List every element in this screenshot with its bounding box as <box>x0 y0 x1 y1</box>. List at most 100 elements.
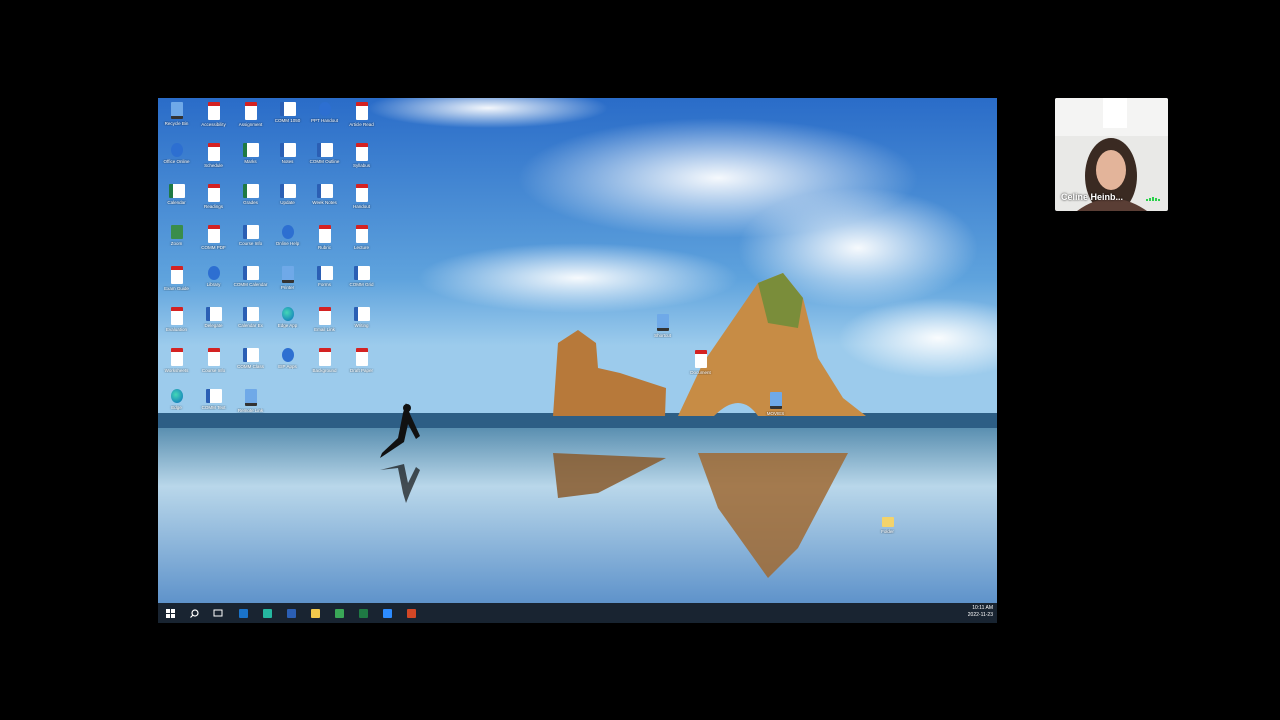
desktop-icon-label: Schedule <box>204 163 223 168</box>
powerpoint-taskbar-button[interactable] <box>404 606 418 620</box>
desktop-icon-label: Printer <box>280 285 295 290</box>
outlook-taskbar-button[interactable] <box>236 606 250 620</box>
desktop-icon[interactable]: COMM Class <box>232 346 269 384</box>
shared-screen: Recycle Bin Accessibility Assignment COMM 1… <box>158 98 997 623</box>
desktop-icon[interactable]: Exam Guide <box>158 264 195 302</box>
xls-file-icon <box>242 184 259 198</box>
desktop-icon[interactable]: Grades <box>232 182 269 220</box>
app-file-icon <box>318 102 331 116</box>
pdf-file-icon <box>207 102 220 120</box>
desktop-icon[interactable]: Online Help <box>269 223 306 261</box>
search-button[interactable] <box>187 606 201 620</box>
desktop-icon[interactable]: Email Link <box>306 305 343 343</box>
desktop-icon[interactable]: Lecture <box>343 223 380 261</box>
pdf-file-icon <box>207 184 220 202</box>
desktop-icon-label: Rubric <box>317 245 331 250</box>
clock-time: 10:11 AM <box>972 605 993 611</box>
chrome-taskbar-button[interactable] <box>332 606 346 620</box>
shortcut-icon <box>656 314 669 331</box>
desktop-icon[interactable]: EIP Apps <box>269 346 306 384</box>
desktop-icon-label: Shortcut <box>654 333 671 338</box>
desktop-icon[interactable]: Evaluation <box>158 305 195 343</box>
excel-icon <box>358 608 368 618</box>
edge-file-icon <box>281 307 294 321</box>
desktop-icon[interactable]: Writing <box>343 305 380 343</box>
pdf-file-icon <box>318 348 331 366</box>
desktop-icon[interactable]: Recycle Bin <box>158 100 195 138</box>
desktop-icon[interactable]: Rubric <box>306 223 343 261</box>
zoom-taskbar-button[interactable] <box>380 606 394 620</box>
desktop-icon[interactable]: Readings <box>195 182 232 220</box>
desktop-icon[interactable]: Delegate <box>195 305 232 343</box>
desktop-icon-label: Email Link <box>314 327 335 332</box>
desktop-icon[interactable]: Forms <box>306 264 343 302</box>
pdf-file-icon <box>355 225 368 243</box>
desktop-icon-label: Forms <box>318 282 331 287</box>
desktop-icon-label: Evaluation <box>165 327 187 332</box>
desktop-icon-label: Notes <box>281 159 294 164</box>
desktop-icon[interactable]: PPT Handout <box>306 100 343 138</box>
desktop-icon[interactable]: COMM Calendar <box>232 264 269 302</box>
pdf-file-icon <box>694 350 707 368</box>
desktop-icon-label: COMM Class <box>237 364 264 369</box>
pdf-file-icon <box>170 348 183 366</box>
desktop-shortcut-icon[interactable]: Shortcut <box>644 312 681 350</box>
desktop-folder-icon[interactable]: Folder <box>869 512 906 550</box>
doc-file-icon <box>316 266 333 280</box>
desktop-icon[interactable]: Worksheets <box>158 346 195 384</box>
desktop-icon[interactable]: Syllabus <box>343 141 380 179</box>
start-button[interactable] <box>163 606 177 620</box>
desktop-icon[interactable]: Notes <box>269 141 306 179</box>
desktop-icon[interactable]: Marks <box>232 141 269 179</box>
desktop-icon[interactable]: Zoom <box>158 223 195 261</box>
desktop-icon-label: Writing <box>354 323 369 328</box>
file-explorer-taskbar-button[interactable] <box>308 606 322 620</box>
desktop-icon[interactable]: Assignment <box>232 100 269 138</box>
desktop-icon[interactable]: Calendar Ex <box>232 305 269 343</box>
desktop-icon[interactable]: Office Online <box>158 141 195 179</box>
desktop-icon[interactable]: Draft Paper <box>343 346 380 384</box>
edge-taskbar-button[interactable] <box>260 606 274 620</box>
app-file-icon <box>281 225 294 239</box>
desktop-icon-label: Grades <box>243 200 258 205</box>
desktop-icon[interactable]: Edge <box>158 387 195 425</box>
doc-file-icon <box>242 307 259 321</box>
desktop-icon-label: Assignment <box>238 122 263 127</box>
desktop-icon[interactable]: COMM Grid <box>343 264 380 302</box>
excel-taskbar-button[interactable] <box>356 606 370 620</box>
desktop-pdf-icon[interactable]: Document <box>682 348 719 386</box>
desktop-icon[interactable]: Week Notes <box>306 182 343 220</box>
desktop-icon-label: Accessibility <box>201 122 226 127</box>
word-taskbar-button[interactable] <box>284 606 298 620</box>
desktop-icon[interactable]: Schedule <box>195 141 232 179</box>
desktop-icon[interactable]: Calendar <box>158 182 195 220</box>
desktop-icon[interactable]: Library <box>195 264 232 302</box>
desktop-icon-label: Background <box>312 368 337 373</box>
desktop-icon[interactable]: Accessibility <box>195 100 232 138</box>
desktop-icon[interactable]: Handout <box>343 182 380 220</box>
desktop-icon[interactable]: Update <box>269 182 306 220</box>
desktop-icon[interactable]: COMM Text <box>195 387 232 425</box>
desktop-icon[interactable]: Course Info <box>232 223 269 261</box>
desktop-icon[interactable]: Article Read <box>343 100 380 138</box>
pc-file-icon <box>244 389 257 406</box>
task-view-button[interactable] <box>211 606 225 620</box>
desktop-icon[interactable]: Remote Link <box>232 387 269 425</box>
desktop-icon[interactable]: Printer <box>269 264 306 302</box>
audio-level-icon <box>1146 197 1160 201</box>
participant-video-tile[interactable]: Celine Heinb... <box>1055 98 1168 211</box>
desktop-icon-label: Library <box>206 282 221 287</box>
desktop-icon[interactable]: Background <box>306 346 343 384</box>
desktop-icon[interactable]: COMM PDF <box>195 223 232 261</box>
desktop-icon[interactable]: COMM Outline <box>306 141 343 179</box>
chrome-icon <box>334 608 344 618</box>
desktop-icon[interactable]: COMM 1050 <box>269 100 306 138</box>
taskbar-clock[interactable]: 10:11 AM 2022-11-23 <box>968 605 993 619</box>
desktop-icon-label: PPT Handout <box>311 118 338 123</box>
desktop-icon[interactable]: Course Info <box>195 346 232 384</box>
desktop-icon-label: MOVIES <box>766 411 785 416</box>
app-file-icon <box>207 266 220 280</box>
desktop-movies-icon[interactable]: MOVIES <box>757 390 794 428</box>
desktop-icon[interactable]: Edge App <box>269 305 306 343</box>
desktop-icon-label: Course Info <box>201 368 226 373</box>
